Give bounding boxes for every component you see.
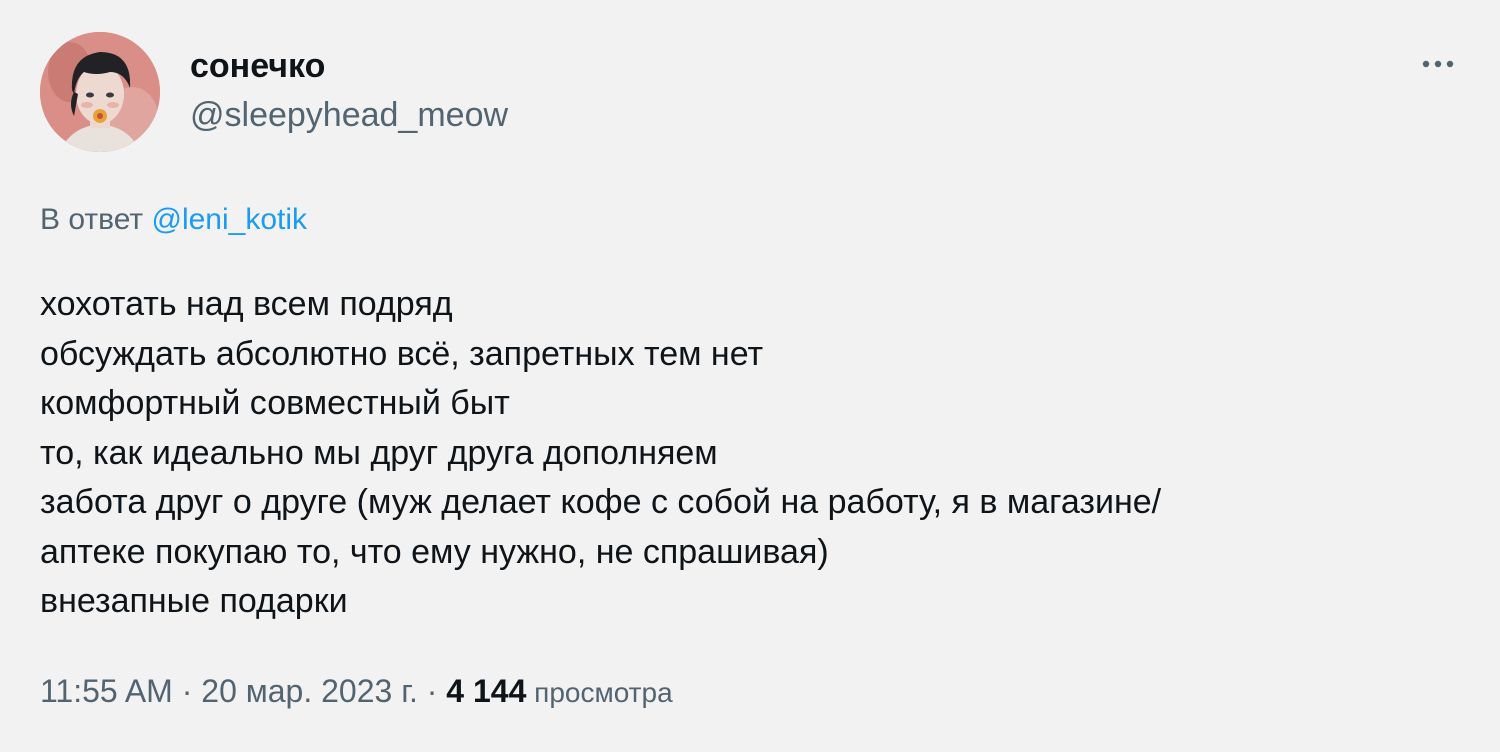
- tweet-text: хохотать над всем подряд обсуждать абсол…: [40, 280, 1460, 627]
- more-dots-icon: [1422, 60, 1454, 68]
- tweet-text-line: внезапные подарки: [40, 582, 348, 620]
- avatar[interactable]: [40, 32, 160, 152]
- reply-prefix: В ответ: [40, 203, 152, 236]
- tweet-time-link[interactable]: 11:55 AM: [40, 673, 173, 709]
- tweet-text-line: обсуждать абсолютно всё, запретных тем н…: [40, 334, 764, 373]
- meta-separator: ·: [172, 673, 202, 709]
- meta-separator: ·: [417, 673, 447, 709]
- more-options-button[interactable]: [1418, 44, 1458, 84]
- views-label[interactable]: просмотра: [526, 677, 673, 708]
- tweet: сонечко @sleepyhead_meow В ответ @leni_k…: [0, 0, 1500, 752]
- author-display-name[interactable]: сонечко: [190, 46, 325, 86]
- reply-mention-link[interactable]: @leni_kotik: [151, 203, 307, 236]
- avatar-illustration-icon: [40, 32, 160, 152]
- tweet-text-line: комфортный совместный быт: [40, 384, 510, 422]
- tweet-date-link[interactable]: 20 мар. 2023 г.: [201, 673, 418, 709]
- reply-context: В ответ @leni_kotik: [40, 200, 307, 240]
- author-handle[interactable]: @sleepyhead_meow: [190, 95, 508, 135]
- tweet-metadata: 11:55 AM · 20 мар. 2023 г. · 4 144 просм…: [40, 669, 673, 715]
- views-count[interactable]: 4 144: [446, 673, 526, 709]
- tweet-text-line: хохотать над всем подряд: [40, 285, 453, 323]
- tweet-text-line: забота друг о друге (муж делает кофе с с…: [40, 483, 1162, 521]
- tweet-text-line: то, как идеально мы друг друга дополняем: [40, 433, 718, 472]
- tweet-text-line: аптеке покупаю то, что ему нужно, не спр…: [40, 532, 829, 571]
